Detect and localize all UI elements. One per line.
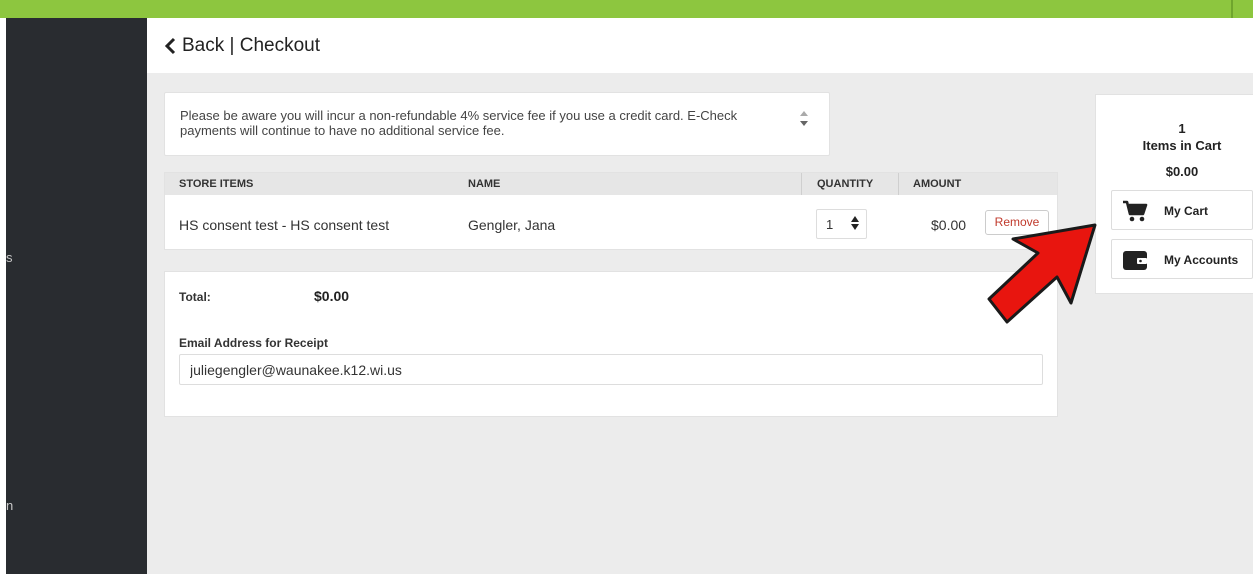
column-header-amount: AMOUNT: [913, 178, 962, 190]
column-header-quantity: QUANTITY: [817, 178, 874, 190]
my-accounts-button[interactable]: My Accounts: [1111, 239, 1253, 279]
quantity-stepper[interactable]: 1: [816, 209, 867, 239]
wallet-icon: [1123, 251, 1147, 270]
email-label: Email Address for Receipt: [179, 336, 328, 350]
decrement-icon[interactable]: [851, 224, 859, 230]
table-header: STORE ITEMS NAME QUANTITY AMOUNT: [165, 173, 1057, 195]
quantity-value[interactable]: 1: [826, 217, 833, 232]
cart-label: Items in Cart: [1142, 138, 1222, 153]
top-accent-bar: [0, 0, 1253, 18]
notice-scrollbar[interactable]: [798, 107, 810, 135]
total-label: Total:: [179, 290, 211, 304]
page-title: Back | Checkout: [182, 35, 321, 56]
column-divider: [898, 173, 899, 195]
my-cart-label: My Cart: [1164, 204, 1209, 218]
email-field[interactable]: [179, 354, 1043, 385]
increment-icon[interactable]: [851, 216, 859, 222]
cart-items-table: STORE ITEMS NAME QUANTITY AMOUNT HS cons…: [164, 172, 1058, 250]
top-bar-edge: [1231, 0, 1233, 18]
sidebar: s n: [6, 18, 147, 574]
scroll-down-icon[interactable]: [800, 121, 808, 126]
notice-text: Please be aware you will incur a non-ref…: [180, 108, 738, 138]
cart-count: 1: [1178, 121, 1186, 136]
back-link[interactable]: Back | Checkout: [163, 35, 320, 57]
red-arrow-annotation: [987, 223, 1097, 324]
sidebar-item-fragment[interactable]: s: [6, 250, 13, 265]
cart-summary-panel: 1 Items in Cart $0.00 My Cart My Account…: [1095, 94, 1253, 294]
column-divider: [801, 173, 802, 195]
column-header-name: NAME: [468, 178, 501, 190]
service-fee-notice: Please be aware you will incur a non-ref…: [164, 92, 830, 156]
my-accounts-label: My Accounts: [1164, 253, 1239, 267]
stepper-arrows[interactable]: [851, 216, 859, 230]
sidebar-item-fragment[interactable]: n: [6, 498, 13, 513]
shopping-cart-icon: [1123, 200, 1148, 222]
chevron-left-icon: [164, 37, 176, 55]
total-card: Total: $0.00 Email Address for Receipt: [164, 271, 1058, 417]
name-cell: Gengler, Jana: [468, 217, 556, 233]
my-cart-button[interactable]: My Cart: [1111, 190, 1253, 230]
amount-cell: $0.00: [931, 217, 967, 233]
cart-total: $0.00: [1165, 164, 1199, 179]
total-value: $0.00: [314, 288, 350, 304]
scroll-up-icon[interactable]: [800, 111, 808, 116]
column-header-store-items: STORE ITEMS: [179, 178, 254, 190]
store-item-cell: HS consent test - HS consent test: [179, 217, 390, 233]
